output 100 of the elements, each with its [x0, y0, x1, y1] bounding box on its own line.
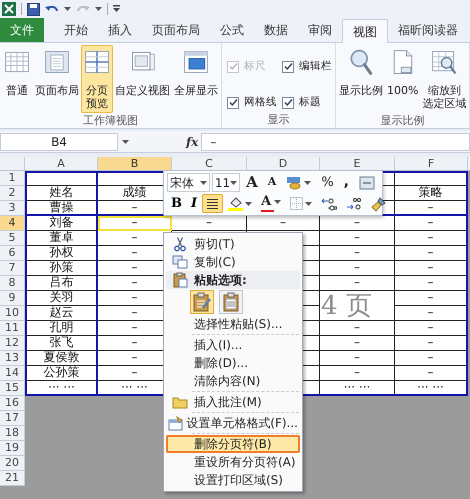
- table-cell: 赵云: [25, 306, 98, 321]
- ribbon-tab[interactable]: 数据: [254, 18, 298, 42]
- row-header[interactable]: 12: [0, 336, 25, 351]
- shrink-font-button[interactable]: A: [264, 173, 280, 192]
- ribbon-tab[interactable]: 审阅: [298, 18, 342, 42]
- menu-item[interactable]: 设置打印区域(S): [166, 471, 300, 489]
- row-header[interactable]: 18: [0, 426, 25, 441]
- font-name-field[interactable]: 宋体: [167, 173, 210, 192]
- align-center-icon: [206, 198, 220, 210]
- menu-item[interactable]: 插入批注(M): [166, 393, 300, 411]
- row-header[interactable]: 1: [0, 171, 25, 186]
- caret-icon: [304, 180, 312, 184]
- ribbon-button-label: 自定义视图: [115, 84, 170, 97]
- table-cell: 孙权: [25, 246, 98, 261]
- row-header[interactable]: 14: [0, 366, 25, 381]
- brush-icon: [371, 196, 388, 212]
- ribbon-button[interactable]: 缩放到 选定区域: [420, 45, 468, 113]
- save-icon[interactable]: [27, 2, 40, 16]
- table-cell: –: [320, 216, 395, 231]
- spreadsheet-app-icon[interactable]: [2, 2, 16, 16]
- ribbon-button[interactable]: 自定义视图: [113, 45, 172, 100]
- percent-button[interactable]: %: [317, 173, 338, 192]
- table-cell: 刘备: [25, 216, 98, 231]
- table-cell: –: [395, 276, 468, 291]
- table-cell: –: [395, 216, 468, 231]
- function-label[interactable]: fx: [183, 132, 202, 150]
- ribbon-tab[interactable]: 公式: [210, 18, 254, 42]
- table-cell: –: [320, 366, 395, 381]
- comma-style-button[interactable]: ,: [340, 173, 353, 192]
- row-header[interactable]: 10: [0, 306, 25, 321]
- row-header[interactable]: 21: [0, 471, 25, 486]
- checkbox-label: 网格线: [244, 94, 277, 110]
- ribbon-tab[interactable]: 页面布局: [142, 18, 210, 42]
- ribbon-button[interactable]: 页面布局: [33, 45, 81, 100]
- row-header[interactable]: 3: [0, 201, 25, 216]
- scissors-icon: [174, 236, 186, 252]
- italic-button[interactable]: I: [187, 194, 202, 213]
- checkbox[interactable]: [282, 60, 294, 73]
- ribbon-tab[interactable]: 视图: [342, 19, 388, 43]
- row-header[interactable]: 6: [0, 246, 25, 261]
- row-header[interactable]: 19: [0, 441, 25, 456]
- menu-item[interactable]: 删除分页符(B): [166, 435, 300, 453]
- checkbox[interactable]: [227, 96, 239, 109]
- ribbon-button-label: 分页 预览: [86, 84, 108, 110]
- column-header[interactable]: F: [395, 157, 468, 170]
- table-cell: –: [395, 351, 468, 366]
- row-header[interactable]: 8: [0, 276, 25, 291]
- row-header[interactable]: 9: [0, 291, 25, 306]
- table-icon: [168, 416, 184, 430]
- row-header[interactable]: 7: [0, 261, 25, 276]
- ribbon-button-label: 全屏显示: [174, 84, 218, 97]
- table-cell: –: [320, 231, 395, 246]
- formula-field[interactable]: –: [201, 132, 470, 150]
- row-header[interactable]: 20: [0, 456, 25, 471]
- table-cell: –: [395, 336, 468, 351]
- caret-icon: [274, 200, 282, 204]
- center-align-button[interactable]: [202, 194, 224, 213]
- ribbon-tab[interactable]: 福昕阅读器: [388, 18, 468, 42]
- column-header[interactable]: B: [98, 157, 172, 170]
- row-header[interactable]: 5: [0, 231, 25, 246]
- grow-font-button[interactable]: A: [242, 173, 262, 192]
- ribbon-button[interactable]: 普通: [1, 45, 33, 100]
- row-header[interactable]: 17: [0, 411, 25, 426]
- borders-icon: [290, 197, 304, 210]
- row-header[interactable]: 11: [0, 321, 25, 336]
- file-tab[interactable]: 文件: [0, 18, 44, 42]
- font-size-field[interactable]: 11: [212, 173, 240, 192]
- font-color-button[interactable]: A: [257, 194, 286, 213]
- ribbon-button-label: 页面布局: [35, 84, 79, 97]
- customize-toolbar-icon[interactable]: [113, 5, 120, 13]
- checkbox[interactable]: [282, 96, 294, 109]
- row-header[interactable]: 2: [0, 186, 25, 201]
- ribbon-button[interactable]: 显示比例: [337, 45, 385, 100]
- table-cell: –: [320, 336, 395, 351]
- redo-dropdown-icon: [95, 7, 102, 11]
- group-title: 显示: [266, 112, 290, 128]
- menu-item[interactable]: 重设所有分页符(A): [166, 453, 300, 471]
- paste-formatting-button[interactable]: [190, 290, 214, 314]
- row-header[interactable]: 15: [0, 381, 25, 396]
- menu-item[interactable]: 设置单元格格式(F)...: [166, 414, 300, 432]
- table-cell: –: [247, 216, 320, 231]
- caret-icon: [305, 202, 312, 206]
- table-cell: –: [320, 321, 395, 336]
- row-header[interactable]: 13: [0, 351, 25, 366]
- ribbon-tab[interactable]: 开始: [54, 18, 98, 42]
- table-cell: 姓名: [25, 186, 98, 201]
- coins-icon: [286, 176, 302, 190]
- ribbon-button[interactable]: 100%: [385, 45, 420, 100]
- page-grid-icon: [83, 48, 111, 76]
- ribbon-button[interactable]: 分页 预览: [81, 45, 113, 113]
- table-cell: –: [320, 246, 395, 261]
- paste-values-button[interactable]: [219, 290, 243, 314]
- name-box[interactable]: B4: [0, 132, 118, 150]
- ribbon-tab[interactable]: 插入: [98, 18, 142, 42]
- table-cell: ··· ···: [320, 381, 395, 396]
- row-header[interactable]: 4: [0, 216, 25, 231]
- row-header[interactable]: 16: [0, 396, 25, 411]
- table-cell: –: [320, 261, 395, 276]
- ribbon-button[interactable]: 全屏显示: [172, 45, 220, 100]
- name-box-dropdown-icon: [122, 140, 129, 144]
